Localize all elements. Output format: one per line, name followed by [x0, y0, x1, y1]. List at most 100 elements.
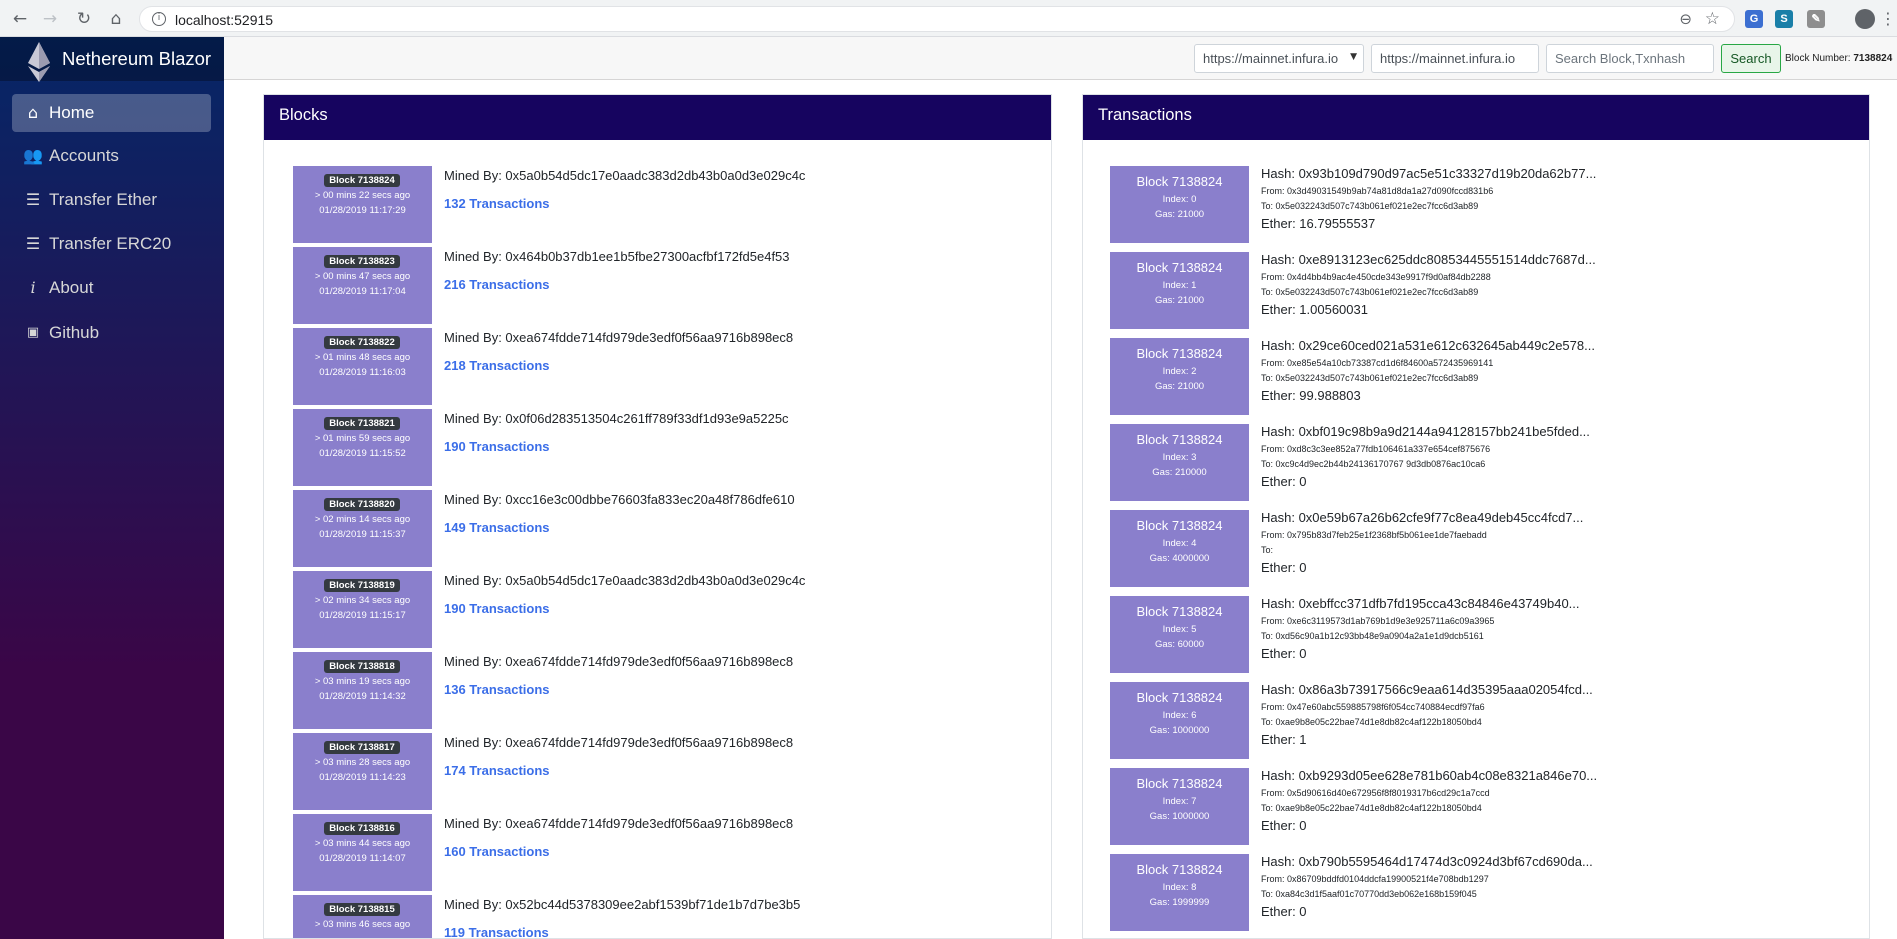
- block-miner: Mined By: 0xea674fdde714fd979de3edf0f56a…: [444, 735, 794, 750]
- block-age: > 03 mins 46 secs ago: [314, 919, 411, 930]
- block-transactions-link[interactable]: 149 Transactions: [444, 520, 550, 535]
- rpc-url-select[interactable]: https://mainnet.infura.io ▼: [1194, 44, 1364, 73]
- profile-avatar-icon[interactable]: [1855, 9, 1875, 29]
- home-page-icon[interactable]: ⌂: [105, 8, 127, 30]
- transaction-hash[interactable]: Hash: 0xb790b5595464d17474d3c0924d3bf67c…: [1261, 854, 1593, 869]
- transaction-gas: Gas: 21000: [1154, 295, 1205, 306]
- info-icon: i: [30, 278, 36, 297]
- transaction-summary-box[interactable]: Block 7138824 Index: 2 Gas: 21000: [1110, 338, 1249, 415]
- transaction-summary-box[interactable]: Block 7138824 Index: 3 Gas: 210000: [1110, 424, 1249, 501]
- block-number-badge: Block 7138816: [324, 822, 400, 835]
- extension-pen-icon[interactable]: ✎: [1807, 10, 1825, 28]
- block-transactions-link[interactable]: 174 Transactions: [444, 763, 550, 778]
- transaction-hash[interactable]: Hash: 0xb9293d05ee628e781b60ab4c08e8321a…: [1261, 768, 1597, 783]
- block-summary-box[interactable]: Block 7138820 > 02 mins 14 secs ago 01/28/…: [293, 490, 432, 567]
- home-icon: ⌂: [27, 103, 39, 122]
- transaction-hash[interactable]: Hash: 0xebffcc371dfb7fd195cca43c84846e43…: [1261, 596, 1580, 611]
- block-timestamp: 01/28/2019 11:14:07: [319, 853, 406, 864]
- transaction-to: To: 0xd56c90a1b12c93bb48e9a0904a2a1e1d9d…: [1261, 631, 1484, 641]
- top-row: https://mainnet.infura.io ▼ https://main…: [224, 37, 1897, 80]
- zoom-icon[interactable]: ⊖: [1679, 10, 1692, 28]
- reload-icon[interactable]: ↻: [73, 8, 95, 30]
- block-summary-box[interactable]: Block 7138822 > 01 mins 48 secs ago 01/28/…: [293, 328, 432, 405]
- transaction-gas: Gas: 60000: [1154, 639, 1205, 650]
- block-number-badge: Block 7138815: [324, 903, 400, 916]
- block-transactions-link[interactable]: 160 Transactions: [444, 844, 550, 859]
- block-summary-box[interactable]: Block 7138824 > 00 mins 22 secs ago 01/28/…: [293, 166, 432, 243]
- terminal-icon: ▣: [26, 325, 40, 340]
- transactions-card: Transactions Block 7138824 Index: 0 Gas: 2…: [1082, 94, 1870, 939]
- back-icon[interactable]: ←: [9, 8, 31, 30]
- browser-menu-icon[interactable]: ⋮: [1880, 9, 1896, 28]
- block-summary-box[interactable]: Block 7138815 > 03 mins 46 secs ago: [293, 895, 432, 938]
- sidebar-item-accounts[interactable]: 👥 Accounts: [12, 137, 211, 175]
- block-summary-box[interactable]: Block 7138819 > 02 mins 34 secs ago 01/28/…: [293, 571, 432, 648]
- transaction-from: From: 0x86709bddfd0104ddcfa19900521f4e70…: [1261, 874, 1489, 884]
- sidebar-item-github[interactable]: ▣ Github: [12, 314, 211, 352]
- block-miner: Mined By: 0x5a0b54d5dc17e0aadc383d2db43b…: [444, 168, 806, 183]
- block-miner: Mined By: 0xea674fdde714fd979de3edf0f56a…: [444, 816, 794, 831]
- rpc-url-input[interactable]: https://mainnet.infura.io: [1371, 44, 1539, 73]
- browser-toolbar: ← → ↻ ⌂ i localhost:52915 ⊖ ☆ G S ✎ ⋮: [0, 0, 1897, 37]
- transaction-hash[interactable]: Hash: 0x0e59b67a26b62cfe9f77c8ea49deb45c…: [1261, 510, 1583, 525]
- transaction-to: To: 0xae9b8e05c22bae74d1e8db82c4af122b18…: [1261, 717, 1482, 727]
- transaction-ether: Ether: 1: [1261, 732, 1307, 747]
- transaction-hash[interactable]: Hash: 0x86a3b73917566c9eaa614d35395aaa02…: [1261, 682, 1593, 697]
- forward-icon[interactable]: →: [39, 8, 61, 30]
- transaction-ether: Ether: 0: [1261, 904, 1307, 919]
- transaction-hash[interactable]: Hash: 0xbf019c98b9a9d2144a94128157bb241b…: [1261, 424, 1590, 439]
- extension-translate-icon[interactable]: G: [1745, 10, 1763, 28]
- sidebar-item-home[interactable]: ⌂ Home: [12, 94, 211, 132]
- transaction-gas: Gas: 210000: [1152, 467, 1207, 478]
- transaction-ether: Ether: 99.988803: [1261, 388, 1361, 403]
- block-transactions-link[interactable]: 190 Transactions: [444, 601, 550, 616]
- transaction-index: Index: 7: [1162, 796, 1197, 807]
- block-summary-box[interactable]: Block 7138821 > 01 mins 59 secs ago 01/28/…: [293, 409, 432, 486]
- transaction-gas: Gas: 21000: [1154, 209, 1205, 220]
- block-transactions-link[interactable]: 119 Transactions: [444, 925, 549, 938]
- transaction-gas: Gas: 1000000: [1149, 725, 1210, 736]
- sidebar-item-about[interactable]: i About: [12, 269, 211, 307]
- sidebar-item-transfer-ether[interactable]: ☰ Transfer Ether: [12, 181, 211, 219]
- blocks-card: Blocks Block 7138824 > 00 mins 22 secs ag…: [263, 94, 1052, 939]
- block-summary-box[interactable]: Block 7138816 > 03 mins 44 secs ago 01/28/…: [293, 814, 432, 891]
- transaction-summary-box[interactable]: Block 7138824 Index: 8 Gas: 1999999: [1110, 854, 1249, 931]
- block-transactions-link[interactable]: 132 Transactions: [444, 196, 550, 211]
- transaction-summary-box[interactable]: Block 7138824 Index: 6 Gas: 1000000: [1110, 682, 1249, 759]
- block-number-badge: Block 7138823: [324, 255, 400, 268]
- sidebar-item-transfer-erc20[interactable]: ☰ Transfer ERC20: [12, 225, 211, 263]
- transaction-hash[interactable]: Hash: 0xe8913123ec625ddc80853445551514dd…: [1261, 252, 1596, 267]
- transaction-summary-box[interactable]: Block 7138824 Index: 0 Gas: 21000: [1110, 166, 1249, 243]
- transaction-summary-box[interactable]: Block 7138824 Index: 5 Gas: 60000: [1110, 596, 1249, 673]
- transactions-card-header: Transactions: [1083, 95, 1869, 140]
- transaction-summary-box[interactable]: Block 7138824 Index: 7 Gas: 1000000: [1110, 768, 1249, 845]
- transaction-to: To: 0x5e032243d507c743b061ef021e2ec7fcc6…: [1261, 201, 1479, 211]
- transaction-index: Index: 6: [1162, 710, 1197, 721]
- brand-bar: Nethereum Blazor: [0, 37, 224, 82]
- block-summary-box[interactable]: Block 7138818 > 03 mins 19 secs ago 01/28/…: [293, 652, 432, 729]
- sidebar-item-label: Transfer ERC20: [49, 234, 172, 253]
- block-transactions-link[interactable]: 218 Transactions: [444, 358, 550, 373]
- transaction-hash[interactable]: Hash: 0x29ce60ced021a531e612c632645ab449…: [1261, 338, 1595, 353]
- block-summary-box[interactable]: Block 7138817 > 03 mins 28 secs ago 01/28/…: [293, 733, 432, 810]
- sidebar-item-label: Home: [49, 103, 95, 122]
- search-button[interactable]: Search: [1721, 44, 1781, 73]
- address-bar[interactable]: i localhost:52915 ⊖ ☆: [139, 6, 1735, 32]
- transaction-index: Index: 0: [1162, 194, 1197, 205]
- block-age: > 02 mins 34 secs ago: [314, 595, 411, 606]
- bookmark-star-icon[interactable]: ☆: [1705, 9, 1720, 29]
- block-transactions-link[interactable]: 136 Transactions: [444, 682, 550, 697]
- block-transactions-link[interactable]: 216 Transactions: [444, 277, 550, 292]
- search-input[interactable]: Search Block,Txnhash: [1546, 44, 1714, 73]
- block-transactions-link[interactable]: 190 Transactions: [444, 439, 550, 454]
- sidebar-item-label: Transfer Ether: [49, 190, 158, 209]
- transaction-summary-box[interactable]: Block 7138824 Index: 1 Gas: 21000: [1110, 252, 1249, 329]
- extension-s-icon[interactable]: S: [1775, 10, 1793, 28]
- transaction-summary-box[interactable]: Block 7138824 Index: 4 Gas: 4000000: [1110, 510, 1249, 587]
- block-timestamp: 01/28/2019 11:17:29: [319, 205, 406, 216]
- transaction-block: Block 7138824: [1136, 604, 1223, 619]
- transaction-hash[interactable]: Hash: 0x93b109d790d97ac5e51c33327d19b20d…: [1261, 166, 1596, 181]
- site-info-icon[interactable]: i: [152, 12, 166, 26]
- transaction-from: From: 0x4d4bb4b9ac4e450cde343e9917f9d0af…: [1261, 272, 1491, 282]
- block-summary-box[interactable]: Block 7138823 > 00 mins 47 secs ago 01/28/…: [293, 247, 432, 324]
